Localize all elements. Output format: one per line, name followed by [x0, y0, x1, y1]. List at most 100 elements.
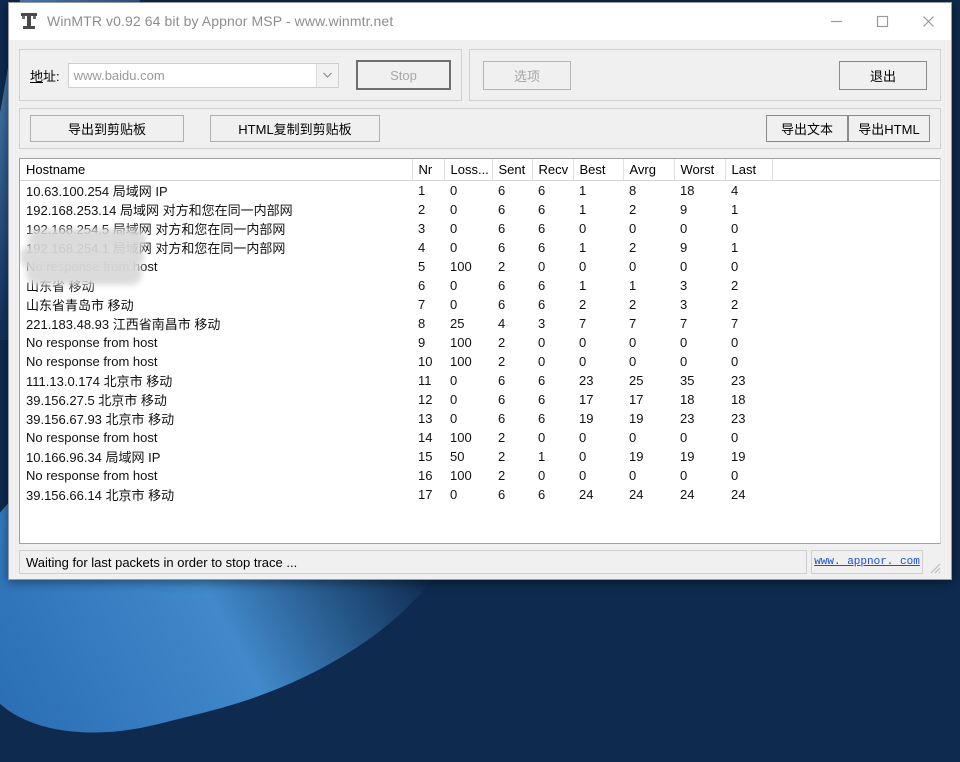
table-row[interactable]: 10.166.96.34 局域网 IP 15 50 2 1 0 19 19 19	[20, 447, 940, 466]
column-header-recv[interactable]: Recv	[532, 159, 574, 181]
cell-recv: 0	[538, 429, 546, 445]
column-header-best[interactable]: Best	[573, 159, 624, 181]
trace-results-list[interactable]: Hostname Nr Loss... Sent Recv Best Avrg …	[19, 158, 941, 544]
cell-worst: 0	[680, 467, 688, 483]
table-row[interactable]: 192.168.253.14 局域网 对方和您在同一内部网 2 0 6 6 1 2 9 1	[20, 200, 940, 219]
cell-hostname: 192.168.253.14 局域网 对方和您在同一内部网	[26, 202, 293, 218]
copy-to-clipboard-button[interactable]: 导出到剪贴板	[30, 115, 184, 142]
status-link-cell[interactable]: www. appnor. com	[811, 550, 923, 574]
exit-button[interactable]: 退出	[839, 60, 927, 90]
cell-worst: 19	[680, 448, 695, 464]
minimize-button[interactable]	[813, 4, 859, 38]
column-header-hostname[interactable]: Hostname	[20, 159, 413, 181]
cell-best: 17	[579, 391, 594, 407]
cell-worst: 7	[680, 315, 688, 331]
appnor-link[interactable]: www. appnor. com	[814, 556, 920, 568]
table-row[interactable]: 10.63.100.254 局域网 IP 1 0 6 6 1 8 18 4	[20, 180, 940, 200]
export-toolbar: 导出到剪贴板 HTML复制到剪贴板 导出文本 导出HTML	[19, 108, 941, 149]
export-text-button[interactable]: 导出文本	[766, 115, 848, 142]
cell-filler	[772, 257, 940, 276]
cell-nr: 17	[418, 486, 433, 502]
cell-worst: 9	[680, 201, 688, 217]
table-header: Hostname Nr Loss... Sent Recv Best Avrg …	[20, 159, 940, 181]
cell-avrg: 2	[629, 239, 637, 255]
cell-loss: 0	[450, 182, 458, 198]
title-bar[interactable]: WinMTR v0.92 64 bit by Appnor MSP - www.…	[9, 3, 951, 40]
chevron-down-icon[interactable]	[315, 63, 338, 87]
cell-filler	[772, 333, 940, 352]
cell-worst: 18	[680, 391, 695, 407]
cell-avrg: 0	[629, 258, 637, 274]
cell-worst: 0	[680, 220, 688, 236]
copy-html-to-clipboard-button[interactable]: HTML复制到剪贴板	[210, 115, 380, 142]
cell-last: 23	[731, 372, 746, 388]
table-row[interactable]: No response from host 16 100 2 0 0 0 0 0	[20, 466, 940, 485]
cell-recv: 3	[538, 315, 546, 331]
cell-worst: 18	[680, 182, 695, 198]
table-row[interactable]: No response from host 10 100 2 0 0 0 0 0	[20, 352, 940, 371]
cell-hostname: 39.156.67.93 北京市 移动	[26, 411, 175, 427]
cell-worst: 23	[680, 410, 695, 426]
cell-best: 0	[579, 353, 587, 369]
column-header-nr[interactable]: Nr	[412, 159, 445, 181]
column-header-sent[interactable]: Sent	[492, 159, 533, 181]
table-row[interactable]: 192.168.254.5 局域网 对方和您在同一内部网 3 0 6 6 0 0 0 0	[20, 219, 940, 238]
table-row[interactable]: 39.156.67.93 北京市 移动 13 0 6 6 19 19 23 23	[20, 409, 940, 428]
cell-sent: 6	[498, 296, 506, 312]
maximize-button[interactable]	[859, 4, 905, 38]
cell-worst: 3	[680, 296, 688, 312]
cell-last: 0	[731, 467, 739, 483]
host-input[interactable]: www.baidu.com	[69, 68, 316, 83]
table-row[interactable]: 山东省 移动 6 0 6 6 1 1 3 2	[20, 276, 940, 295]
table-row[interactable]: 山东省青岛市 移动 7 0 6 6 2 2 3 2	[20, 295, 940, 314]
cell-loss: 0	[450, 372, 458, 388]
export-html-button[interactable]: 导出HTML	[848, 115, 930, 142]
column-header-last[interactable]: Last	[725, 159, 773, 181]
cell-filler	[772, 371, 940, 390]
cell-last: 7	[731, 315, 739, 331]
cell-best: 1	[579, 201, 587, 217]
cell-recv: 6	[538, 296, 546, 312]
table-row[interactable]: 221.183.48.93 江西省南昌市 移动 8 25 4 3 7 7 7 7	[20, 314, 940, 333]
cell-hostname: 111.13.0.174 北京市 移动	[26, 373, 173, 389]
cell-worst: 0	[680, 334, 688, 350]
host-combobox[interactable]: www.baidu.com	[67, 62, 339, 88]
cell-hostname: No response from host	[26, 334, 158, 350]
top-toolbar: 地址: www.baidu.com Stop 选项 退出	[19, 49, 941, 101]
table-row[interactable]: 39.156.66.14 北京市 移动 17 0 6 6 24 24 24 24	[20, 485, 940, 504]
cell-best: 2	[579, 296, 587, 312]
cell-filler	[772, 466, 940, 485]
column-header-worst[interactable]: Worst	[674, 159, 726, 181]
table-row[interactable]: No response from host 9 100 2 0 0 0 0 0	[20, 333, 940, 352]
column-header-loss[interactable]: Loss...	[444, 159, 493, 181]
table-row[interactable]: No response from host 5 100 2 0 0 0 0 0	[20, 257, 940, 276]
cell-hostname: 39.156.66.14 北京市 移动	[26, 487, 175, 503]
cell-avrg: 0	[629, 334, 637, 350]
table-row[interactable]: 111.13.0.174 北京市 移动 11 0 6 6 23 25 35 23	[20, 371, 940, 390]
cell-recv: 6	[538, 486, 546, 502]
cell-sent: 2	[498, 258, 506, 274]
cell-nr: 8	[418, 315, 426, 331]
stop-button[interactable]: Stop	[355, 60, 451, 90]
cell-avrg: 17	[629, 391, 644, 407]
options-button[interactable]: 选项	[483, 60, 571, 90]
cell-sent: 6	[498, 372, 506, 388]
cell-sent: 6	[498, 391, 506, 407]
cell-recv: 6	[538, 182, 546, 198]
cell-best: 23	[579, 372, 594, 388]
table-row[interactable]: 39.156.27.5 北京市 移动 12 0 6 6 17 17 18 18	[20, 390, 940, 409]
cell-last: 0	[731, 220, 739, 236]
column-header-avrg[interactable]: Avrg	[623, 159, 675, 181]
table-row[interactable]: 192.168.254.1 局域网 对方和您在同一内部网 4 0 6 6 1 2 9 1	[20, 238, 940, 257]
resize-grip[interactable]	[927, 550, 941, 574]
close-button[interactable]	[905, 4, 951, 38]
cell-last: 0	[731, 258, 739, 274]
cell-sent: 6	[498, 486, 506, 502]
cell-best: 0	[579, 258, 587, 274]
address-group: 地址: www.baidu.com Stop	[19, 49, 462, 101]
cell-filler	[772, 447, 940, 466]
status-message: Waiting for last packets in order to sto…	[19, 550, 807, 574]
table-row[interactable]: No response from host 14 100 2 0 0 0 0 0	[20, 428, 940, 447]
status-bar: Waiting for last packets in order to sto…	[19, 550, 941, 574]
cell-avrg: 19	[629, 448, 644, 464]
